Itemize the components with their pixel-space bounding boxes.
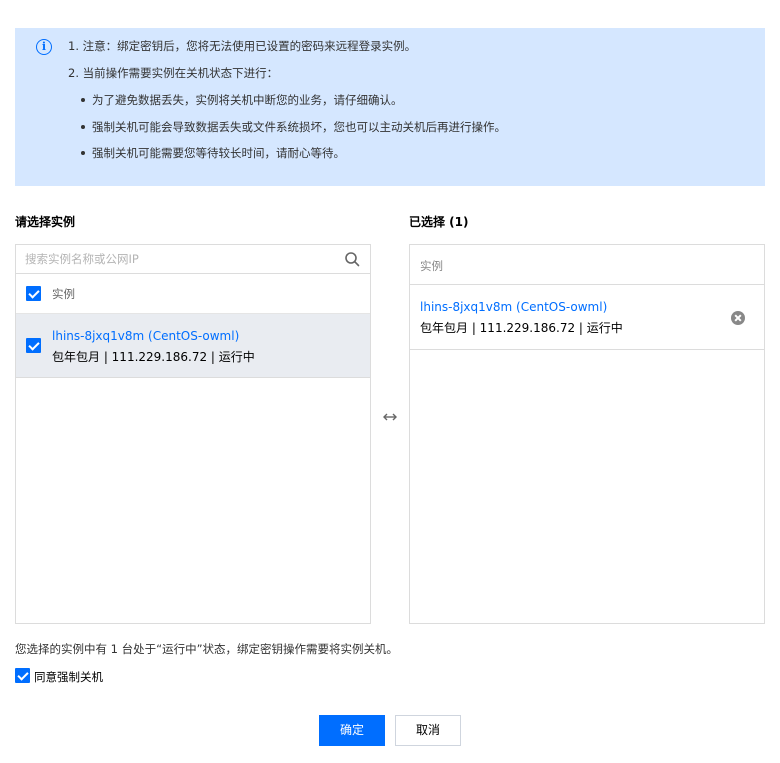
info-icon: i [36,39,52,55]
selected-instance-row: lhins-8jxq1v8m (CentOS-owml) 包年包月 | 111.… [410,285,764,350]
confirm-button[interactable]: 确定 [319,715,385,746]
search-input[interactable] [16,245,316,272]
select-all-row: 实例 [16,274,370,314]
instance-meta: 包年包月 | 111.229.186.72 | 运行中 [52,350,255,364]
select-all-checkbox[interactable] [26,286,41,301]
selected-instance-meta: 包年包月 | 111.229.186.72 | 运行中 [420,321,623,335]
notice-line-1: 1. 注意：绑定密钥后，您将无法使用已设置的密码来远程登录实例。 [68,39,417,53]
agree-label: 同意强制关机 [34,670,103,684]
instance-select-panel: 实例 lhins-8jxq1v8m (CentOS-owml) 包年包月 | 1… [15,244,371,624]
column-header-instance: 实例 [52,287,75,301]
cancel-button[interactable]: 取消 [395,715,461,746]
notice-bullet: 为了避免数据丢失，实例将关机中断您的业务，请仔细确认。 [81,92,403,108]
notice-banner: i 1. 注意：绑定密钥后，您将无法使用已设置的密码来远程登录实例。 2. 当前… [15,28,765,186]
agree-checkbox[interactable] [15,668,30,683]
notice-line-2: 2. 当前操作需要实例在关机状态下进行： [68,66,279,80]
right-panel-title: 已选择 (1) [409,215,469,229]
notice-bullet: 强制关机可能需要您等待较长时间，请耐心等待。 [81,145,345,161]
remove-icon[interactable] [731,311,745,325]
selected-instance-name: lhins-8jxq1v8m (CentOS-owml) [420,300,608,314]
column-header-instance: 实例 [420,259,443,273]
notice-bullet: 强制关机可能会导致数据丢失或文件系统损坏，您也可以主动关机后再进行操作。 [81,119,506,135]
search-box [16,245,370,274]
instance-name: lhins-8jxq1v8m (CentOS-owml) [52,329,240,343]
selected-header-row: 实例 [410,245,764,285]
instance-row[interactable]: lhins-8jxq1v8m (CentOS-owml) 包年包月 | 111.… [16,314,370,378]
selected-instances-panel: 实例 lhins-8jxq1v8m (CentOS-owml) 包年包月 | 1… [409,244,765,624]
left-panel-title: 请选择实例 [15,215,76,229]
swap-icon [383,413,397,421]
running-warning: 您选择的实例中有 1 台处于“运行中”状态，绑定密钥操作需要将实例关机。 [15,642,399,656]
instance-checkbox[interactable] [26,338,41,353]
search-icon[interactable] [344,251,360,267]
